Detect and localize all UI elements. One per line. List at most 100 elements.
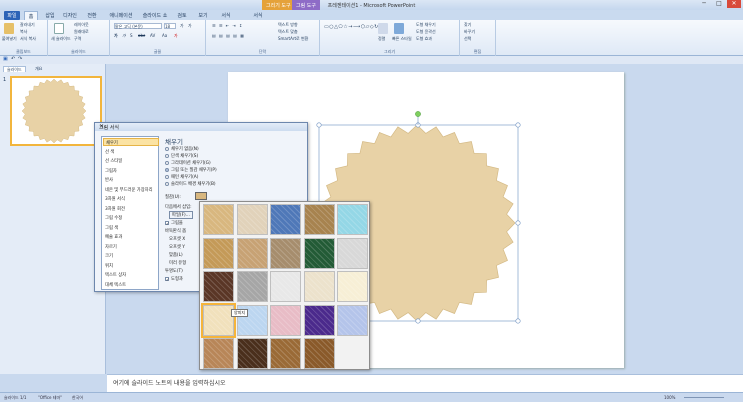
undo-icon[interactable]: ↶ [11,56,15,62]
tab-slideshow[interactable]: 슬라이드 쇼 [140,11,170,20]
tab-design[interactable]: 디자인 [60,11,80,20]
texture-brown-marble[interactable] [203,271,234,302]
tab-file[interactable]: 파일 [4,11,20,20]
category-item[interactable]: 채우기 [103,138,159,146]
fill-option[interactable]: 단색 채우기(S) [165,153,198,159]
texture-pink-tissue-paper[interactable] [270,304,301,336]
zoom-slider[interactable] [684,397,724,398]
texture-dropdown[interactable] [195,192,207,200]
texture-walnut[interactable] [236,338,268,369]
fill-option[interactable]: 그림 또는 질감 채우기(P) [165,167,217,173]
cut-button[interactable]: 잘라내기 [20,22,35,28]
texture-bouquet[interactable] [337,304,368,336]
shape-outline-button[interactable]: 도형 윤곽선 [416,29,436,35]
save-icon[interactable]: ▣ [3,56,8,62]
category-item[interactable]: 자르기 [103,243,159,251]
category-item[interactable]: 그림자 [103,167,159,175]
resize-handle[interactable] [316,122,322,128]
texture-medium-wood[interactable] [303,338,335,369]
new-slide-button[interactable]: 새 슬라이드 [51,36,71,42]
category-item[interactable]: 그림 색 [103,224,159,232]
fill-option[interactable]: 슬라이드 배경 채우기(B) [165,181,216,187]
texture-green-marble[interactable] [303,237,335,269]
change-case-button[interactable]: Aa [162,33,167,38]
tab-format-picture[interactable]: 서식 [250,11,266,20]
rotate-handle[interactable] [415,111,421,117]
copy-button[interactable]: 복사 [20,29,27,35]
tab-view[interactable]: 보기 [196,11,210,20]
tab-home[interactable]: 홈 [24,11,38,20]
category-item[interactable]: 네온 및 부드러운 가장자리 [103,186,159,194]
texture-fish-fossil[interactable] [236,237,268,269]
font-color-button[interactable]: 가 [174,33,178,39]
category-item[interactable]: 위치 [103,262,159,270]
text-direction-button[interactable]: 텍스트 방향 [278,22,298,28]
font-size-box[interactable]: 18 [164,23,176,29]
texture-white-marble[interactable] [337,237,368,269]
shrink-font-button[interactable]: 가 [188,23,192,29]
texture-canvas[interactable] [236,204,268,235]
close-button[interactable]: ✕ [727,0,741,8]
resize-handle[interactable] [515,220,521,226]
replace-button[interactable]: 바꾸기 [464,29,475,35]
list-icons[interactable]: ☰ ☰ ⇤ ⇥ ↕ [212,23,243,28]
category-item[interactable]: 선 색 [103,148,159,156]
rotate-with-shape-checkbox[interactable]: ✓ 도형과 [165,276,183,282]
quick-styles-button[interactable]: 빠른 스타일 [392,36,412,42]
align-text-button[interactable]: 텍스트 맞춤 [278,29,298,35]
strike-button[interactable]: abc [138,33,145,38]
smartart-button[interactable]: SmartArt로 변환 [278,36,308,42]
file-button[interactable]: 파일(F)... [169,211,193,219]
category-item[interactable]: 반사 [103,176,159,184]
texture-paper-bag[interactable] [203,237,234,269]
tab-insert[interactable]: 삽입 [42,11,58,20]
texture-water-droplets[interactable] [337,204,368,235]
grow-font-button[interactable]: 가 [180,23,184,29]
shape-fill-button[interactable]: 도형 채우기 [416,22,436,28]
language-indicator[interactable]: 한국어 [72,395,83,401]
context-tab-picture-tools[interactable]: 그림 도구 [292,0,320,10]
tab-transitions[interactable]: 전환 [84,11,100,20]
font-name-box[interactable]: 맑은 고딕 (본문) [114,23,162,29]
redo-icon[interactable]: ↷ [18,56,22,62]
dialog-title-bar[interactable]: 그림 서식 ✕ [95,123,307,131]
context-tab-drawing-tools[interactable]: 그리기 도구 [262,0,295,10]
align-icons[interactable]: ▤ ▤ ▤ ▤ ▦ [212,33,245,38]
format-painter-button[interactable]: 서식 복사 [20,36,36,42]
tile-checkbox[interactable]: ✓ 그림을 [165,220,183,226]
category-item[interactable]: 텍스트 상자 [103,271,159,279]
layout-button[interactable]: 레이아웃 [74,22,89,28]
find-button[interactable]: 찾기 [464,22,471,28]
italic-button[interactable]: 가 [122,33,126,39]
zoom-level[interactable]: 100% [664,395,675,400]
arrange-button[interactable]: 정렬 [378,36,385,42]
shadow-button[interactable]: S [130,33,133,38]
category-item[interactable]: 예술 효과 [103,233,159,241]
texture-papyrus[interactable] [203,204,234,235]
maximize-button[interactable]: □ [712,0,726,8]
resize-handle[interactable] [515,122,521,128]
texture-denim[interactable] [270,204,301,235]
category-item[interactable]: 3차원 회전 [103,205,159,213]
minimize-button[interactable]: ─ [697,0,711,8]
category-item[interactable]: 크기 [103,252,159,260]
tab-review[interactable]: 검토 [174,11,190,20]
texture-stationery[interactable] [337,271,368,302]
resize-handle[interactable] [515,318,521,324]
fill-option[interactable]: 패턴 채우기(A) [165,174,198,180]
tab-format-drawing[interactable]: 서식 [218,11,234,20]
category-item[interactable]: 선 스타일 [103,157,159,165]
texture-sand[interactable] [270,237,301,269]
slide-thumbnail[interactable] [10,76,102,146]
category-item[interactable]: 대체 텍스트 [103,281,159,289]
tab-outline[interactable]: 개요 [32,66,45,72]
reset-button[interactable]: 원래대로 [74,29,89,35]
bold-button[interactable]: 가 [114,33,118,39]
close-icon[interactable]: ✕ [99,123,304,130]
fill-option[interactable]: 그라데이션 채우기(G) [165,160,211,166]
texture-purple-mesh[interactable] [303,304,335,336]
tab-slides[interactable]: 슬라이드 [3,66,26,72]
shapes-gallery[interactable]: ▭○△⬠☆→⟶⬡▱◇↻⌒ [324,23,384,30]
paste-button[interactable]: 붙여넣기 [2,36,17,42]
fill-option[interactable]: 채우기 없음(N) [165,146,199,152]
